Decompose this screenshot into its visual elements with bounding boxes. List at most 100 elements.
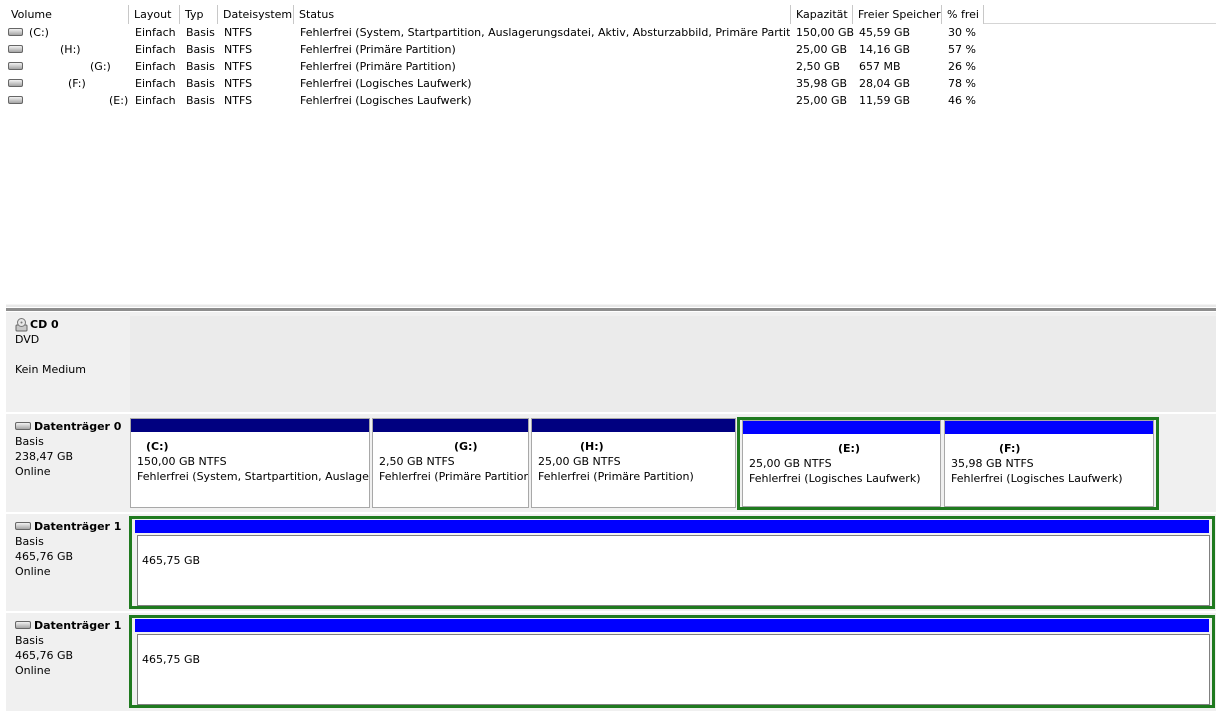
partition-title: (C:) <box>146 440 169 453</box>
partition-size: 150,00 GB NTFS <box>137 455 227 468</box>
disk0-type: Basis <box>15 435 44 448</box>
volume-percent-free: 26 % <box>948 60 976 73</box>
volume-type: Basis <box>186 77 215 90</box>
volume-row-h[interactable]: (H:) Einfach Basis NTFS Fehlerfrei (Prim… <box>6 41 1216 58</box>
partition-f-body: (F:) 35,98 GB NTFS Fehlerfrei (Logisches… <box>945 435 1153 506</box>
disk1a-label[interactable]: Datenträger 1 Basis 465,76 GB Online <box>6 514 128 610</box>
volume-free-space: 14,16 GB <box>859 43 911 56</box>
disk1b-partition[interactable]: 465,75 GB <box>137 634 1210 705</box>
partition-status: Fehlerfrei (Logisches Laufwerk) <box>749 472 921 485</box>
drive-icon <box>8 24 23 41</box>
volume-row-f[interactable]: (F:) Einfach Basis NTFS Fehlerfrei (Logi… <box>6 75 1216 92</box>
partition-g-body: (G:) 2,50 GB NTFS Fehlerfrei (Primäre Pa… <box>373 433 528 507</box>
drive-icon <box>8 75 23 92</box>
volume-layout: Einfach <box>135 43 176 56</box>
disk1b-state: Online <box>15 664 51 677</box>
volume-name: (G:) <box>90 60 111 73</box>
disk-icon <box>15 521 31 530</box>
drive-icon <box>8 92 23 109</box>
partition-status: Fehlerfrei (Primäre Partition) <box>379 470 528 483</box>
cd0-area[interactable] <box>130 316 1216 412</box>
volume-percent-free: 78 % <box>948 77 976 90</box>
column-header-status[interactable]: Status <box>294 5 791 24</box>
disk1b-partition-bar <box>135 619 1209 632</box>
partition-status: Fehlerfrei (Primäre Partition) <box>538 470 694 483</box>
column-header-kapazitaet[interactable]: Kapazität <box>791 5 853 24</box>
disk1a-partition[interactable]: 465,75 GB <box>137 535 1210 606</box>
column-header-typ[interactable]: Typ <box>180 5 218 24</box>
list-scroll-edge <box>6 304 1216 307</box>
volume-type: Basis <box>186 26 215 39</box>
volume-type: Basis <box>186 60 215 73</box>
volume-filesystem: NTFS <box>224 77 253 90</box>
disk1b-label[interactable]: Datenträger 1 Basis 465,76 GB Online <box>6 613 128 711</box>
volume-layout: Einfach <box>135 77 176 90</box>
column-header-dateisystem[interactable]: Dateisystem <box>218 5 294 24</box>
disk1a-size: 465,76 GB <box>15 550 74 563</box>
partition-title: (H:) <box>580 440 604 453</box>
column-header-prozent-frei[interactable]: % frei <box>942 5 984 24</box>
cd0-type: DVD <box>15 333 40 346</box>
cd0-label[interactable]: CD 0 DVD Kein Medium <box>6 312 128 412</box>
partition-size: 35,98 GB NTFS <box>951 457 1034 470</box>
volume-free-space: 28,04 GB <box>859 77 911 90</box>
partition-h[interactable]: (H:) 25,00 GB NTFS Fehlerfrei (Primäre P… <box>531 418 736 508</box>
volume-percent-free: 30 % <box>948 26 976 39</box>
partition-size: 465,75 GB <box>142 554 201 567</box>
volume-status: Fehlerfrei (Logisches Laufwerk) <box>300 94 472 107</box>
volume-free-space: 657 MB <box>859 60 901 73</box>
volume-status: Fehlerfrei (System, Startpartition, Ausl… <box>300 26 790 39</box>
partition-e[interactable]: (E:) 25,00 GB NTFS Fehlerfrei (Logisches… <box>742 420 941 507</box>
volume-capacity: 2,50 GB <box>796 60 841 73</box>
partition-h-body: (H:) 25,00 GB NTFS Fehlerfrei (Primäre P… <box>532 433 735 507</box>
volume-list[interactable]: Volume Layout Typ Dateisystem Status Kap… <box>6 5 1216 304</box>
volume-row-g[interactable]: (G:) Einfach Basis NTFS Fehlerfrei (Prim… <box>6 58 1216 75</box>
volume-capacity: 150,00 GB <box>796 26 855 39</box>
disk0-state: Online <box>15 465 51 478</box>
column-header-volume[interactable]: Volume <box>6 5 129 24</box>
partition-bar-primary <box>373 419 528 432</box>
disk0-label[interactable]: Datenträger 0 Basis 238,47 GB Online <box>6 414 128 511</box>
partition-c-body: (C:) 150,00 GB NTFS Fehlerfrei (System, … <box>131 433 369 507</box>
row-divider <box>6 611 1216 613</box>
partition-e-body: (E:) 25,00 GB NTFS Fehlerfrei (Logisches… <box>743 435 940 506</box>
partition-bar-logical <box>945 421 1153 434</box>
partition-title: (F:) <box>999 442 1021 455</box>
pane-splitter[interactable] <box>6 308 1216 311</box>
volume-name: (H:) <box>60 43 81 56</box>
volume-filesystem: NTFS <box>224 26 253 39</box>
disk1a-type: Basis <box>15 535 44 548</box>
volume-layout: Einfach <box>135 60 176 73</box>
disk-graphical-view: CD 0 DVD Kein Medium Datenträger 0 Basis… <box>6 312 1216 711</box>
volume-row-c[interactable]: (C:) Einfach Basis NTFS Fehlerfrei (Syst… <box>6 24 1216 41</box>
partition-size: 25,00 GB NTFS <box>749 457 832 470</box>
volume-free-space: 11,59 GB <box>859 94 911 107</box>
volume-status: Fehlerfrei (Primäre Partition) <box>300 43 456 56</box>
column-header-freier-speicher[interactable]: Freier Speicher <box>853 5 942 24</box>
disk1a-partition-bar <box>135 520 1209 533</box>
volume-capacity: 35,98 GB <box>796 77 848 90</box>
column-header-layout[interactable]: Layout <box>129 5 180 24</box>
volume-name: (C:) <box>29 26 49 39</box>
disk0-size: 238,47 GB <box>15 450 74 463</box>
disk-icon <box>15 421 31 430</box>
partition-size: 25,00 GB NTFS <box>538 455 621 468</box>
partition-f[interactable]: (F:) 35,98 GB NTFS Fehlerfrei (Logisches… <box>944 420 1154 507</box>
partition-size: 2,50 GB NTFS <box>379 455 455 468</box>
volume-row-e[interactable]: (E:) Einfach Basis NTFS Fehlerfrei (Logi… <box>6 92 1216 109</box>
volume-filesystem: NTFS <box>224 60 253 73</box>
partition-bar-logical <box>743 421 940 434</box>
disk0-title: Datenträger 0 <box>15 419 128 434</box>
row-divider <box>6 512 1216 514</box>
partition-c[interactable]: (C:) 150,00 GB NTFS Fehlerfrei (System, … <box>130 418 370 508</box>
drive-icon <box>8 58 23 75</box>
volume-name: (E:) <box>109 94 129 107</box>
partition-bar-primary <box>532 419 735 432</box>
volume-name: (F:) <box>68 77 86 90</box>
volume-filesystem: NTFS <box>224 94 253 107</box>
volume-layout: Einfach <box>135 94 176 107</box>
disk1a-title: Datenträger 1 <box>15 519 128 534</box>
partition-g[interactable]: (G:) 2,50 GB NTFS Fehlerfrei (Primäre Pa… <box>372 418 529 508</box>
partition-status: Fehlerfrei (Logisches Laufwerk) <box>951 472 1123 485</box>
volume-status: Fehlerfrei (Primäre Partition) <box>300 60 456 73</box>
